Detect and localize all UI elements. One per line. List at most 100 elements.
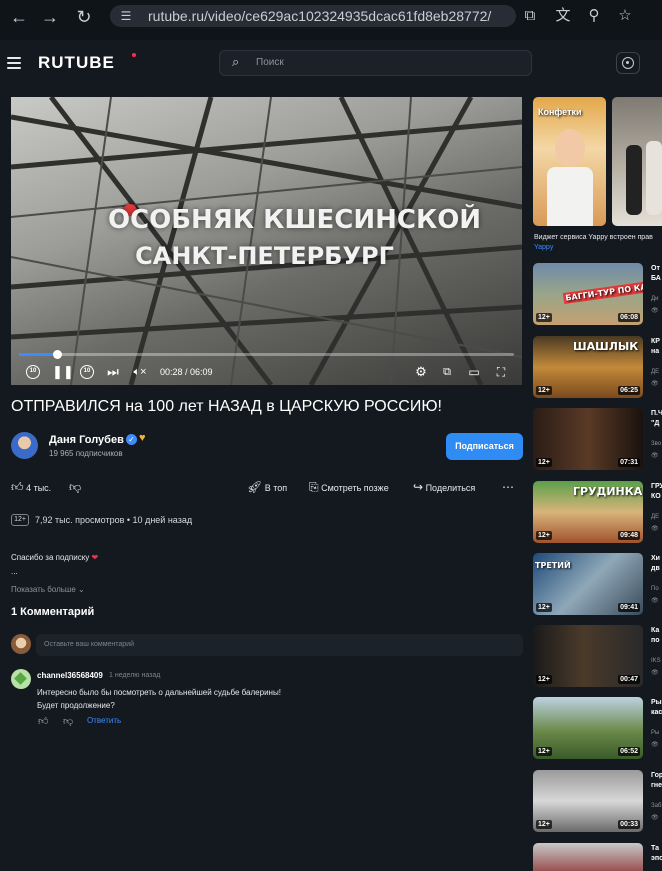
video-thumbnail[interactable]: 12+ 06:52 [533,697,643,759]
video-thumbnail[interactable]: БАГГИ-ТУР ПО КАВКАЗУ 12+ 06:08 [533,263,643,325]
menu-icon[interactable] [7,57,21,69]
yappy-card[interactable]: Конфетки [533,97,606,226]
bookmark-star-icon[interactable]: ☆ [615,6,635,26]
dislike-button[interactable]: 👎︎ [69,480,81,495]
fullscreen-icon[interactable]: ⛶ [493,364,509,380]
video-channel[interactable]: По [651,586,659,592]
glass-roof-image [11,97,522,385]
video-player[interactable]: ОСОБНЯК КШЕСИНСКОЙ САНКТ-ПЕТЕРБУРГ 10 ❚❚… [11,97,522,385]
mute-icon[interactable]: 🔈︎× [131,364,149,380]
address-bar[interactable]: ☰ rutube.ru/video/ce629ac102324935dcac61… [110,5,516,27]
progress-bar[interactable] [19,350,514,359]
settings-gear-icon[interactable]: ⚙ [414,364,428,380]
rewind-10-icon[interactable]: 10 [26,365,40,379]
comment-placeholder: Оставьте ваш комментарий [44,641,134,648]
person-image [555,129,585,167]
commenter-avatar[interactable] [11,669,31,689]
reload-icon[interactable]: ↻ [75,8,93,26]
pip-icon[interactable]: ⧉ [440,364,454,380]
forward-icon[interactable]: → [41,8,59,26]
yappy-card-2[interactable] [612,97,662,226]
like-button[interactable]: 👍︎ 4 тыс. [11,480,51,495]
person-image [626,145,642,215]
views-eye-icon: 👁 [651,381,659,387]
time-display: 00:28 / 06:09 [160,367,213,377]
person-image [646,141,662,215]
video-title[interactable]: Гор гне [651,771,662,791]
video-channel[interactable]: ДЕ [651,514,659,520]
search-icon: ⌕ [232,54,240,69]
next-icon[interactable]: ⏭ [106,364,120,380]
heart-badge-icon: ♥ [139,432,146,444]
video-channel[interactable]: IKS [651,658,661,664]
video-channel[interactable]: ДЕ [651,369,659,375]
record-button[interactable] [616,52,640,74]
shirt-image [547,167,593,226]
site-settings-icon[interactable]: ☰ [118,8,134,24]
video-title[interactable]: ГРУ КО [651,482,662,502]
channel-avatar[interactable] [11,432,38,459]
video-title[interactable]: П.Ч "Д [651,409,662,429]
comment-input[interactable]: Оставьте ваш комментарий [36,634,523,656]
comment-like-icon[interactable]: 👍︎ [38,715,48,727]
video-title[interactable]: Хи дв [651,554,660,574]
share-button[interactable]: ↪ Поделиться [413,480,475,494]
video-thumbnail[interactable]: 12+ 00:33 [533,770,643,832]
comments-count: 1 Комментарий [11,606,95,618]
video-title[interactable]: Та эпо [651,844,662,864]
yappy-caption: Виджет сервиса Yappy встроен прав [534,234,653,241]
heart-emoji-icon: ❤ [91,553,99,562]
video-title[interactable]: КР на [651,337,660,357]
views-eye-icon: 👁 [651,670,659,676]
yappy-source[interactable]: Yappy [534,244,553,251]
video-thumbnail[interactable]: 12+ 00:47 [533,625,643,687]
comment-time: 1 неделю назад [109,672,161,679]
video-thumbnail[interactable]: ШАШЛЫК 12+ 06:25 [533,336,643,398]
video-channel[interactable]: Заб [651,803,661,809]
comment-text: Интересно было бы посмотреть о дальнейше… [37,688,281,710]
views-eye-icon: 👁 [651,308,659,314]
back-icon[interactable]: ← [10,8,28,26]
views-eye-icon: 👁 [651,526,659,532]
rutube-logo[interactable]: RUTUBE [38,53,115,73]
watch-later-label: Смотреть позже [321,483,389,493]
video-channel[interactable]: Ди [651,296,658,302]
video-thumbnail[interactable] [533,843,643,871]
open-in-app-icon[interactable]: ⧉ [520,6,540,26]
bookmark-icon: ⎘ [309,480,319,494]
yappy-card-text: Конфетки [538,107,582,117]
zoom-icon[interactable]: ⚲ [584,6,604,26]
description-ellipsis: ... [11,567,18,576]
comment-dislike-icon[interactable]: 👎︎ [63,715,73,727]
more-options-icon[interactable]: ⋯ [502,480,514,494]
progress-knob[interactable] [52,350,62,359]
video-thumbnail[interactable]: 12+ 07:31 [533,408,643,470]
to-top-button[interactable]: 🚀︎ В топ [247,480,287,494]
chevron-down-icon: ⌄ [78,585,85,594]
video-channel[interactable]: Ры [651,730,659,736]
video-thumbnail[interactable]: ГРУДИНКА 12+ 09:48 [533,481,643,543]
translate-icon[interactable]: 文 [553,6,573,26]
views-eye-icon: 👁 [651,742,659,748]
subscriber-count: 19 965 подписчиков [49,449,123,458]
video-channel[interactable]: Зво [651,441,661,447]
like-count: 4 тыс. [26,483,52,493]
search-input[interactable]: ⌕ Поиск [219,50,532,76]
channel-name[interactable]: Даня Голубев [49,434,124,446]
comment-username[interactable]: channel36568409 [37,671,103,680]
reply-button[interactable]: Ответить [87,716,121,725]
video-title[interactable]: Ка по [651,626,660,646]
verified-icon: ✓ [126,434,137,445]
theater-mode-icon[interactable]: ▭ [466,364,482,380]
views-eye-icon: 👁 [651,598,659,604]
video-title[interactable]: Ры кас [651,698,662,718]
forward-10-icon[interactable]: 10 [80,365,94,379]
description-text: Спасибо за подписку ❤ [11,553,99,562]
show-more-link[interactable]: Показать больше ⌄ [11,585,85,594]
video-thumbnail[interactable]: ТРЕТИЙ 12+ 09:41 [533,553,643,615]
pause-icon[interactable]: ❚❚ [52,364,74,380]
watch-later-button[interactable]: ⎘ Смотреть позже [309,480,389,495]
subscribe-button[interactable]: Подписаться [446,433,523,460]
share-icon: ↪ [413,480,424,494]
video-title[interactable]: От БА [651,264,661,284]
